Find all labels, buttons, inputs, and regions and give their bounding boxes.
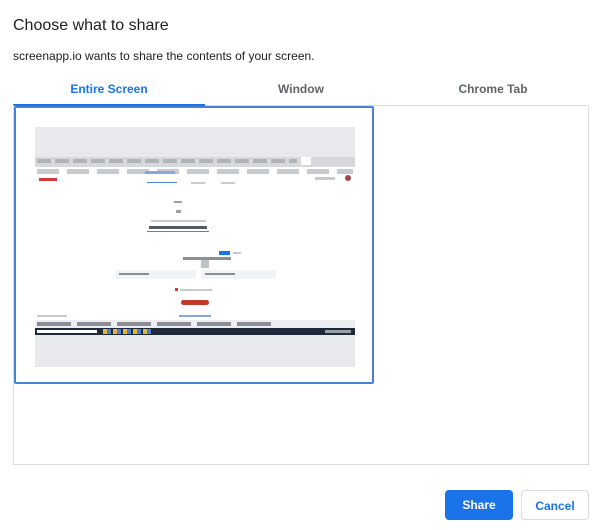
screen-thumbnail: [35, 127, 355, 367]
cancel-button[interactable]: Cancel: [521, 490, 589, 520]
tab-window[interactable]: Window: [205, 79, 397, 105]
tab-entire-screen[interactable]: Entire Screen: [13, 79, 205, 106]
screen-source-item[interactable]: [14, 106, 374, 384]
tab-bar: Entire Screen Window Chrome Tab: [13, 79, 589, 106]
dialog-title: Choose what to share: [13, 17, 169, 34]
tab-chrome-tab[interactable]: Chrome Tab: [397, 79, 589, 105]
source-list-panel: [13, 105, 589, 465]
share-button[interactable]: Share: [445, 490, 513, 520]
dialog-subtitle: screenapp.io wants to share the contents…: [13, 49, 315, 63]
